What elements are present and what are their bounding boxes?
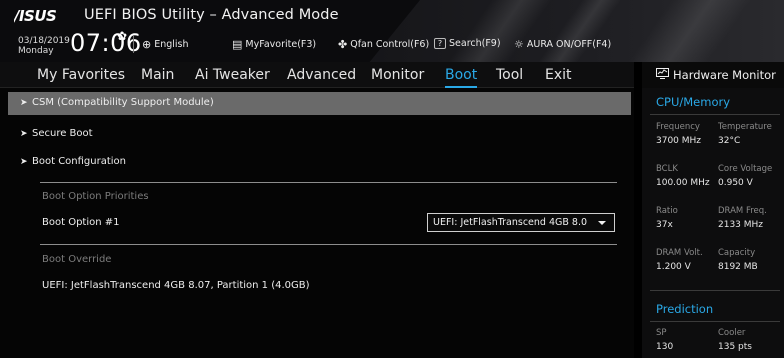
asus-logo: /ISUS [14, 8, 57, 24]
secure-boot-label: Secure Boot [32, 128, 93, 139]
ratio-label: Ratio [656, 206, 678, 216]
chevron-right-icon: ➤ [20, 157, 28, 167]
qfan-control-button[interactable]: ✤ Qfan Control(F6) [338, 38, 429, 51]
capacity-value: 8192 MB [718, 262, 758, 272]
tab-ai-tweaker[interactable]: Ai Tweaker [195, 67, 270, 83]
search-label: Search(F9) [449, 38, 501, 49]
temperature-value: 32°C [718, 136, 741, 146]
frequency-label: Frequency [656, 122, 700, 132]
tab-main[interactable]: Main [141, 67, 174, 83]
hardware-monitor-header: Hardware Monitor [642, 62, 784, 88]
boot-option-1-value: UEFI: JetFlashTranscend 4GB 8.0 [433, 217, 588, 228]
header-decoration [538, 0, 622, 62]
day-text: Monday [18, 46, 54, 56]
question-icon: ? [434, 38, 446, 49]
core-voltage-value: 0.950 V [718, 178, 753, 188]
hardware-monitor-title: Hardware Monitor [673, 68, 776, 82]
clock-time: 07:06 [70, 29, 142, 57]
hardware-monitor-panel: Hardware Monitor CPU/Memory Frequency Te… [642, 62, 784, 358]
myfavorite-button[interactable]: ▤ MyFavorite(F3) [232, 38, 316, 51]
dram-volt-label: DRAM Volt. [656, 248, 703, 258]
bclk-value: 100.00 MHz [656, 178, 710, 188]
boot-option-1-select[interactable]: UEFI: JetFlashTranscend 4GB 8.0 [427, 213, 615, 232]
tab-exit[interactable]: Exit [545, 67, 572, 83]
dram-volt-value: 1.200 V [656, 262, 691, 272]
cpu-memory-heading: CPU/Memory [656, 95, 731, 109]
sp-label: SP [656, 328, 667, 338]
date-display: 03/18/2019 Monday [18, 36, 70, 56]
header-decoration [628, 0, 752, 62]
globe-icon: ⊕ [142, 38, 152, 51]
dram-freq-label: DRAM Freq. [718, 206, 767, 216]
tab-boot[interactable]: Boot [445, 67, 478, 88]
temperature-label: Temperature [718, 122, 772, 132]
gear-icon[interactable]: ✿ [117, 29, 127, 43]
capacity-label: Capacity [718, 248, 756, 258]
panel-gap [634, 62, 642, 358]
tab-advanced[interactable]: Advanced [287, 67, 356, 83]
monitor-icon [656, 68, 669, 79]
qfan-label: Qfan Control(F6) [350, 39, 430, 50]
myfavorite-label: MyFavorite(F3) [245, 39, 317, 50]
favorite-icon: ▤ [232, 38, 243, 51]
svg-text:/ISUS: /ISUS [14, 8, 56, 24]
ratio-value: 37x [656, 220, 673, 230]
language-label: English [154, 39, 189, 50]
section-divider [40, 244, 617, 245]
chevron-right-icon: ➤ [20, 129, 28, 139]
section-rule [650, 290, 780, 291]
boot-override-heading: Boot Override [42, 254, 112, 265]
bclk-label: BCLK [656, 164, 678, 174]
dram-freq-value: 2133 MHz [718, 220, 764, 230]
boot-configuration-submenu[interactable]: ➤ Boot Configuration [20, 156, 126, 167]
sp-value: 130 [656, 342, 674, 352]
dropdown-arrow-icon [598, 221, 606, 225]
language-button[interactable]: ⊕ English [142, 38, 189, 51]
tab-tool[interactable]: Tool [496, 67, 523, 83]
boot-option-1-label: Boot Option #1 [42, 217, 120, 228]
tab-my-favorites[interactable]: My Favorites [37, 67, 125, 83]
header-separator [133, 36, 134, 53]
search-button[interactable]: ? Search(F9) [434, 38, 501, 49]
tab-monitor[interactable]: Monitor [371, 67, 424, 83]
section-divider [40, 182, 617, 183]
fan-icon: ✤ [338, 38, 348, 51]
chevron-right-icon: ➤ [20, 98, 28, 108]
aura-icon: ☼ [514, 38, 524, 51]
header-bar: /ISUS UEFI BIOS Utility – Advanced Mode … [0, 0, 784, 62]
aura-label: AURA ON/OFF(F4) [526, 39, 612, 50]
cooler-label: Cooler [718, 328, 746, 338]
main-tab-bar: My Favorites Main Ai Tweaker Advanced Mo… [0, 62, 634, 88]
boot-override-item[interactable]: UEFI: JetFlashTranscend 4GB 8.07, Partit… [42, 280, 310, 291]
frequency-value: 3700 MHz [656, 136, 702, 146]
csm-submenu[interactable]: ➤ CSM (Compatibility Support Module) [20, 97, 214, 108]
prediction-heading: Prediction [656, 302, 714, 316]
date-text: 03/18/2019 [18, 36, 70, 46]
cooler-value: 135 pts [718, 342, 752, 352]
boot-option-priorities-heading: Boot Option Priorities [42, 191, 149, 202]
section-rule [650, 114, 780, 115]
core-voltage-label: Core Voltage [718, 164, 773, 174]
header-decoration [448, 0, 552, 62]
aura-button[interactable]: ☼ AURA ON/OFF(F4) [514, 38, 611, 51]
section-rule [650, 321, 780, 322]
app-title: UEFI BIOS Utility – Advanced Mode [84, 7, 339, 23]
boot-configuration-label: Boot Configuration [32, 156, 127, 167]
secure-boot-submenu[interactable]: ➤ Secure Boot [20, 128, 93, 139]
csm-submenu-label: CSM (Compatibility Support Module) [32, 97, 214, 108]
